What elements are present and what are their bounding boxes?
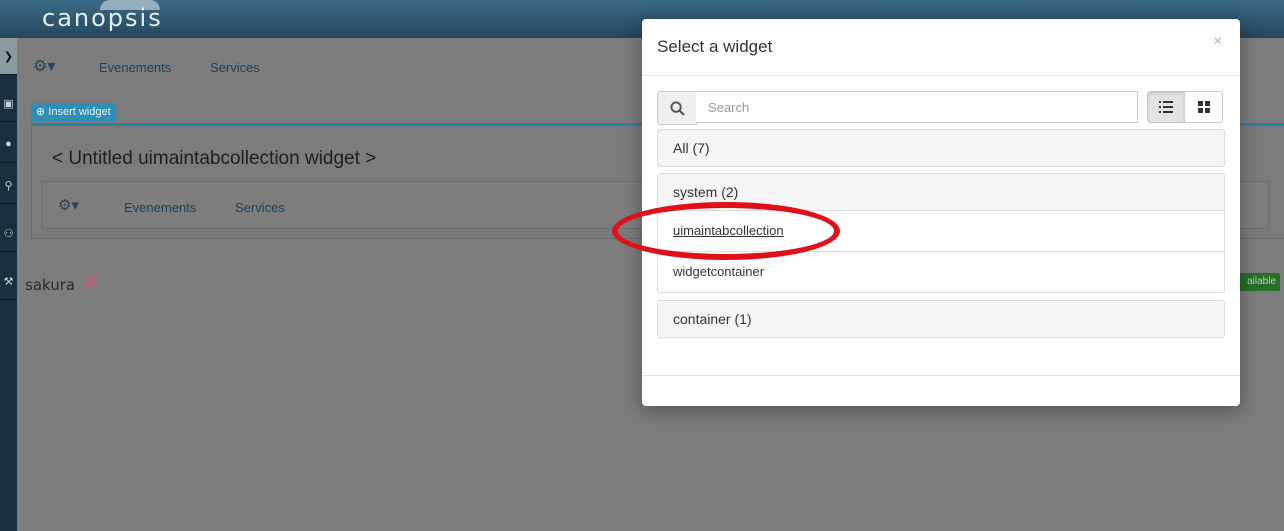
- network-icon[interactable]: ⚇: [0, 215, 17, 252]
- close-icon[interactable]: ×: [1213, 33, 1222, 51]
- search-row: [657, 91, 1225, 125]
- sakura-logo: sakura: [25, 276, 76, 294]
- left-sidebar: ❯ ▣ ● ⚲ ⚇ ⚒: [0, 38, 17, 531]
- wrench-link-icon[interactable]: ⚲: [0, 167, 17, 204]
- modal-title: Select a widget: [657, 37, 773, 56]
- search-input[interactable]: [696, 91, 1138, 123]
- gear-dropdown-icon[interactable]: ⚙▾: [33, 56, 55, 76]
- brand-logo: canopsis: [42, 4, 163, 32]
- modal-header: Select a widget ×: [642, 19, 1240, 76]
- gear-dropdown-icon[interactable]: ⚙▾: [58, 196, 79, 214]
- group-all: All (7): [657, 129, 1225, 167]
- nav-link-services[interactable]: Services: [210, 60, 260, 75]
- chevron-right-icon[interactable]: ❯: [0, 38, 17, 75]
- status-badge: ailable: [1234, 273, 1280, 291]
- group-header-all[interactable]: All (7): [658, 130, 1224, 166]
- plus-circle-icon: ⊕: [36, 106, 46, 118]
- panel-title: < Untitled uimaintabcollection widget >: [52, 148, 377, 169]
- group-header-container[interactable]: container (1): [658, 301, 1224, 337]
- nav-link-evenements[interactable]: Evenements: [99, 60, 171, 75]
- monitor-icon[interactable]: ▣: [0, 85, 17, 122]
- annotation-ellipse: [612, 202, 840, 260]
- list-view-button[interactable]: [1147, 91, 1185, 123]
- modal-footer-divider: [642, 375, 1240, 376]
- search-icon: [657, 91, 697, 125]
- wrench-icon[interactable]: ⚒: [0, 263, 17, 300]
- panel-link-services[interactable]: Services: [235, 200, 285, 215]
- grid-view-button[interactable]: [1185, 91, 1223, 123]
- users-icon[interactable]: ●: [0, 126, 17, 163]
- insert-widget-button[interactable]: ⊕ Insert widget: [31, 103, 116, 122]
- insert-widget-label: Insert widget: [48, 106, 111, 118]
- panel-link-evenements[interactable]: Evenements: [124, 200, 196, 215]
- group-container: container (1): [657, 300, 1225, 338]
- flower-icon: [84, 275, 98, 289]
- list-icon: [1159, 101, 1173, 113]
- grid-icon: [1197, 101, 1210, 113]
